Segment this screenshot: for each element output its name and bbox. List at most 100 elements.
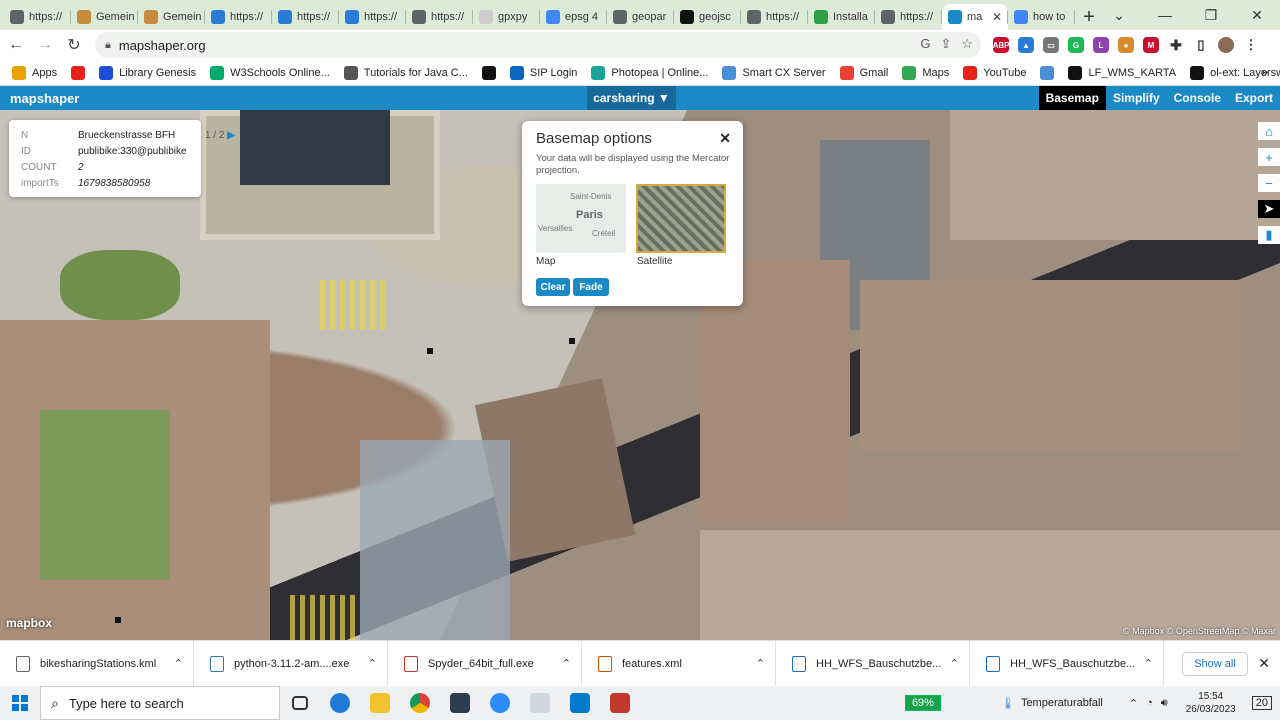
layer-selector[interactable]: carsharing ▼ [587, 86, 676, 110]
bookmark-item[interactable]: Gmail [839, 65, 888, 80]
share-icon[interactable]: ⇪ [940, 36, 951, 52]
browser-tab[interactable]: Gemein [71, 4, 138, 30]
download-item[interactable]: HH_WFS_Bauschutzbe... ⌃ [970, 640, 1164, 687]
bookmark-item[interactable]: SIP Login [509, 65, 577, 80]
weather-text[interactable]: Temperaturabfall [1021, 697, 1103, 709]
puzzle-icon[interactable]: ✚ [1168, 37, 1184, 53]
adblock-icon[interactable]: ABP [993, 37, 1009, 53]
bookmark-item[interactable]: Maps [902, 65, 949, 80]
lock-icon[interactable]: 🔒︎ [105, 39, 111, 52]
bookmark-star-icon[interactable]: ☆ [961, 36, 973, 52]
back-button[interactable]: ← [3, 32, 29, 58]
browser-tab[interactable]: geopar [607, 4, 674, 30]
download-item[interactable]: features.xml ⌃ [582, 640, 776, 687]
browser-tab[interactable]: https:// [406, 4, 473, 30]
menu-simplify[interactable]: Simplify [1106, 86, 1167, 110]
satellite-basemap-thumb[interactable] [636, 184, 726, 253]
bookmark-item[interactable]: Library Genesis [99, 65, 196, 80]
vscode-icon[interactable] [560, 686, 600, 720]
show-all-button[interactable]: Show all [1182, 652, 1248, 676]
taskbar-search[interactable]: ⌕ Type here to search [40, 686, 280, 720]
file-explorer-icon[interactable] [360, 686, 400, 720]
bookmark-item[interactable] [1040, 65, 1060, 80]
browser-tab[interactable]: how to [1008, 4, 1075, 30]
clear-button[interactable]: Clear [536, 278, 570, 296]
browser-tab[interactable]: https:// [741, 4, 808, 30]
browser-tab[interactable]: https:// [205, 4, 272, 30]
browser-tab[interactable]: https:// [339, 4, 406, 30]
close-icon[interactable]: ✕ [719, 130, 731, 147]
download-item[interactable]: HH_WFS_Bauschutzbe... ⌃ [776, 640, 970, 687]
maximize-button[interactable]: ❐ [1188, 0, 1234, 30]
windows-start-icon[interactable] [0, 686, 40, 720]
map-attribution[interactable]: © Mapbox © OpenStreetMap © Maxar [1123, 626, 1276, 636]
weather-icon[interactable]: 🌡︎ [1001, 697, 1015, 710]
chevron-up-icon[interactable]: ⌃ [368, 657, 377, 670]
fade-button[interactable]: Fade [573, 278, 609, 296]
browser-tab[interactable]: Installa [808, 4, 875, 30]
forward-button[interactable]: → [32, 32, 58, 58]
avatar[interactable] [1218, 37, 1234, 53]
grammarly-icon[interactable]: G [1068, 37, 1084, 53]
bookmark-item[interactable]: Tutorials for Java C... [343, 65, 468, 80]
browser-tab[interactable]: gpxpy [473, 4, 540, 30]
home-icon[interactable]: ⌂ [1258, 122, 1280, 140]
app-icon[interactable] [520, 686, 560, 720]
chevron-up-icon[interactable]: ⌃ [756, 657, 765, 670]
bookmark-item[interactable]: W3Schools Online... [210, 65, 330, 80]
close-downloads-icon[interactable]: ✕ [1258, 655, 1270, 672]
menu-console[interactable]: Console [1167, 86, 1228, 110]
browser-tab[interactable]: https:// [875, 4, 942, 30]
extension-red-icon[interactable]: M [1143, 37, 1159, 53]
browser-tab[interactable]: https:// [272, 4, 339, 30]
next-feature-icon[interactable]: ▶ [227, 130, 235, 141]
chevron-up-icon[interactable]: ⌃ [950, 657, 959, 670]
menu-export[interactable]: Export [1228, 86, 1280, 110]
browser-tab[interactable]: Gemein [138, 4, 205, 30]
browser-tab[interactable]: ma ✕ [942, 4, 1008, 30]
download-item[interactable]: python-3.11.2-am....exe ⌃ [194, 640, 388, 687]
bookmark-item[interactable] [481, 65, 502, 80]
menu-basemap[interactable]: Basemap [1038, 86, 1106, 110]
menu-icon[interactable]: ⋮ [1243, 37, 1259, 53]
edge-icon[interactable] [320, 686, 360, 720]
reload-button[interactable]: ↻ [61, 32, 87, 58]
app-icon[interactable] [440, 686, 480, 720]
clock[interactable]: 15:54 26/03/2023 [1186, 690, 1236, 716]
bookmark-icon[interactable]: ▮ [1258, 226, 1280, 244]
extension-gray-icon[interactable]: ▭ [1043, 37, 1059, 53]
feature-pager[interactable]: 1 / 2 ▶ [205, 130, 235, 141]
volume-icon[interactable]: 🔊︎ [1161, 697, 1168, 710]
browser-tab[interactable]: geojsc [674, 4, 741, 30]
chevron-up-icon[interactable]: ⌃ [1144, 657, 1153, 670]
station-point[interactable] [569, 338, 575, 344]
browser-tab[interactable]: https:// [4, 4, 71, 30]
pointer-tool-icon[interactable]: ➤ [1258, 200, 1280, 218]
station-point[interactable] [115, 617, 121, 623]
zoom-icon[interactable] [480, 686, 520, 720]
extension-orange-icon[interactable]: ● [1118, 37, 1134, 53]
chrome-icon[interactable] [400, 686, 440, 720]
map-basemap-thumb[interactable]: Saint-Denis Paris Versailles Créteil [536, 184, 626, 253]
notifications-badge[interactable]: 20 [1251, 696, 1272, 710]
google-lens-icon[interactable]: G [920, 36, 930, 52]
bookmark-item[interactable]: Smart CX Server [722, 65, 826, 80]
bookmark-item[interactable]: LF_WMS_KARTA [1068, 65, 1176, 80]
chevron-up-icon[interactable]: ⌃ [174, 657, 183, 670]
station-point[interactable] [427, 348, 433, 354]
download-item[interactable]: bikesharingStations.kml ⌃ [0, 640, 194, 687]
chevron-up-icon[interactable]: ⌃ [562, 657, 571, 670]
extension-blue-icon[interactable]: ▲ [1018, 37, 1034, 53]
network-icon[interactable]: ◔ [1146, 697, 1153, 709]
close-tab-icon[interactable]: ✕ [992, 10, 1002, 24]
extension-purple-icon[interactable]: L [1093, 37, 1109, 53]
tab-search-icon[interactable]: ⌄ [1096, 0, 1142, 30]
close-window-button[interactable]: ✕ [1234, 0, 1280, 30]
bookmark-item[interactable]: Apps [12, 65, 57, 80]
task-view-icon[interactable] [280, 686, 320, 720]
sidepanel-icon[interactable]: ▯ [1193, 37, 1209, 53]
zoom-in-icon[interactable]: + [1258, 148, 1280, 166]
app-icon[interactable] [600, 686, 640, 720]
tray-overflow-icon[interactable]: ⌃ [1129, 697, 1138, 710]
bookmark-item[interactable]: Photopea | Online... [591, 65, 708, 80]
